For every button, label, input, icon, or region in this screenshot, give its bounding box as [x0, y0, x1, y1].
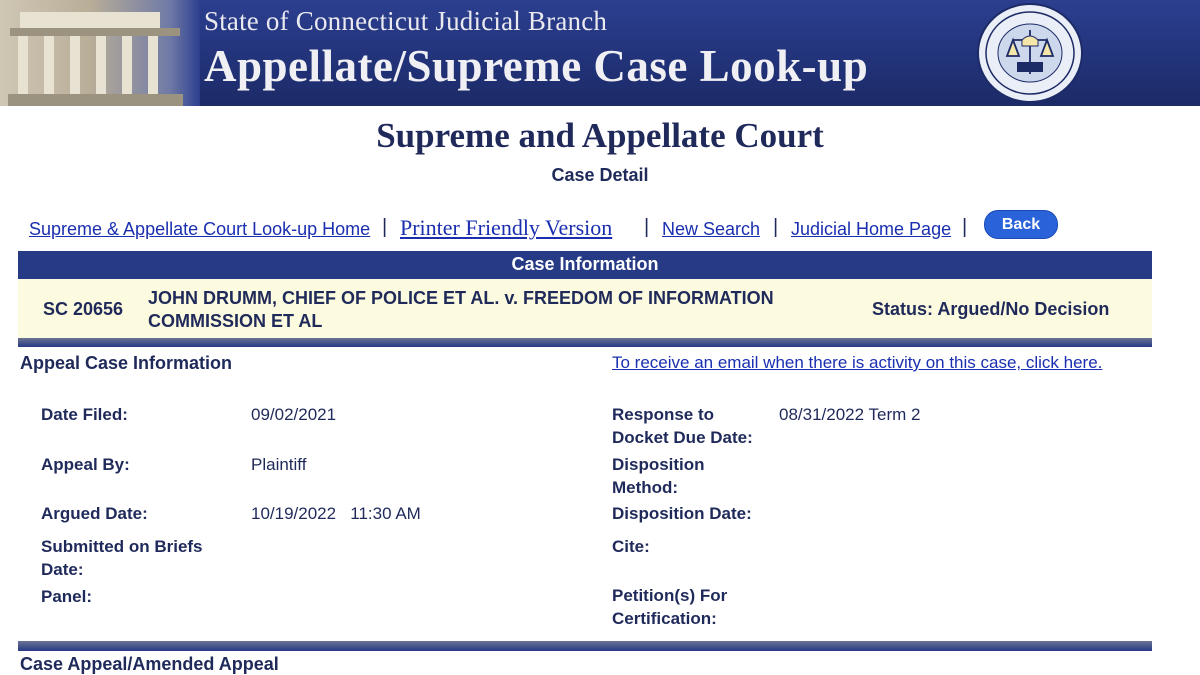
response-due-value: 08/31/2022 Term 2: [779, 405, 921, 424]
case-information-header: Case Information: [18, 251, 1152, 279]
response-due-label: Response to Docket Due Date:: [612, 405, 753, 447]
divider: [18, 641, 1152, 651]
case-status: Status: Argued/No Decision: [872, 299, 1110, 319]
cite-label: Cite:: [612, 537, 650, 556]
disposition-method-label: Disposition Method:: [612, 455, 705, 497]
divider: [18, 338, 1152, 347]
appeal-by-label: Appeal By:: [41, 455, 130, 474]
case-name: JOHN DRUMM, CHIEF OF POLICE ET AL. v. FR…: [148, 288, 774, 331]
argued-date-label: Argued Date:: [41, 504, 148, 523]
submitted-on-briefs-label: Submitted on Briefs Date:: [41, 537, 203, 579]
banner-app-name: Appellate/Supreme Case Look-up: [204, 41, 869, 91]
date-filed-value: 09/02/2021: [251, 405, 337, 424]
appeal-by-value: Plaintiff: [251, 455, 307, 474]
email-notification-link[interactable]: To receive an email when there is activi…: [612, 353, 1102, 373]
case-number: SC 20656: [43, 299, 124, 319]
site-banner: State of Connecticut Judicial Branch App…: [0, 0, 1200, 106]
date-filed-label: Date Filed:: [41, 405, 128, 424]
panel-label: Panel:: [41, 587, 93, 606]
banner-org-name: State of Connecticut Judicial Branch: [204, 6, 608, 36]
nav-link-judicial-home[interactable]: Judicial Home Page: [791, 219, 951, 240]
nav-separator: |: [773, 216, 779, 238]
disposition-date-label: Disposition Date:: [612, 504, 752, 523]
petition-certification-label: Petition(s) For Certification:: [612, 586, 728, 628]
nav-separator: |: [962, 216, 968, 238]
nav-separator: |: [382, 216, 388, 238]
page-title: Supreme and Appellate Court: [376, 116, 824, 155]
case-appeal-section-title: Case Appeal/Amended Appeal: [20, 654, 279, 674]
appeal-section-title: Appeal Case Information: [20, 353, 233, 373]
judicial-seal-icon: [977, 3, 1083, 103]
back-button[interactable]: Back: [984, 210, 1058, 239]
page-subtitle: Case Detail: [551, 165, 649, 185]
nav-link-new-search[interactable]: New Search: [662, 219, 760, 240]
nav-bar: Supreme & Appellate Court Look-up Home |…: [29, 210, 1089, 246]
nav-link-lookup-home[interactable]: Supreme & Appellate Court Look-up Home: [29, 219, 370, 240]
nav-link-printer-friendly[interactable]: Printer Friendly Version: [400, 215, 612, 241]
courthouse-image: [0, 0, 200, 106]
argued-date-value: 10/19/2022 11:30 AM: [251, 504, 421, 523]
nav-separator: |: [644, 216, 650, 238]
